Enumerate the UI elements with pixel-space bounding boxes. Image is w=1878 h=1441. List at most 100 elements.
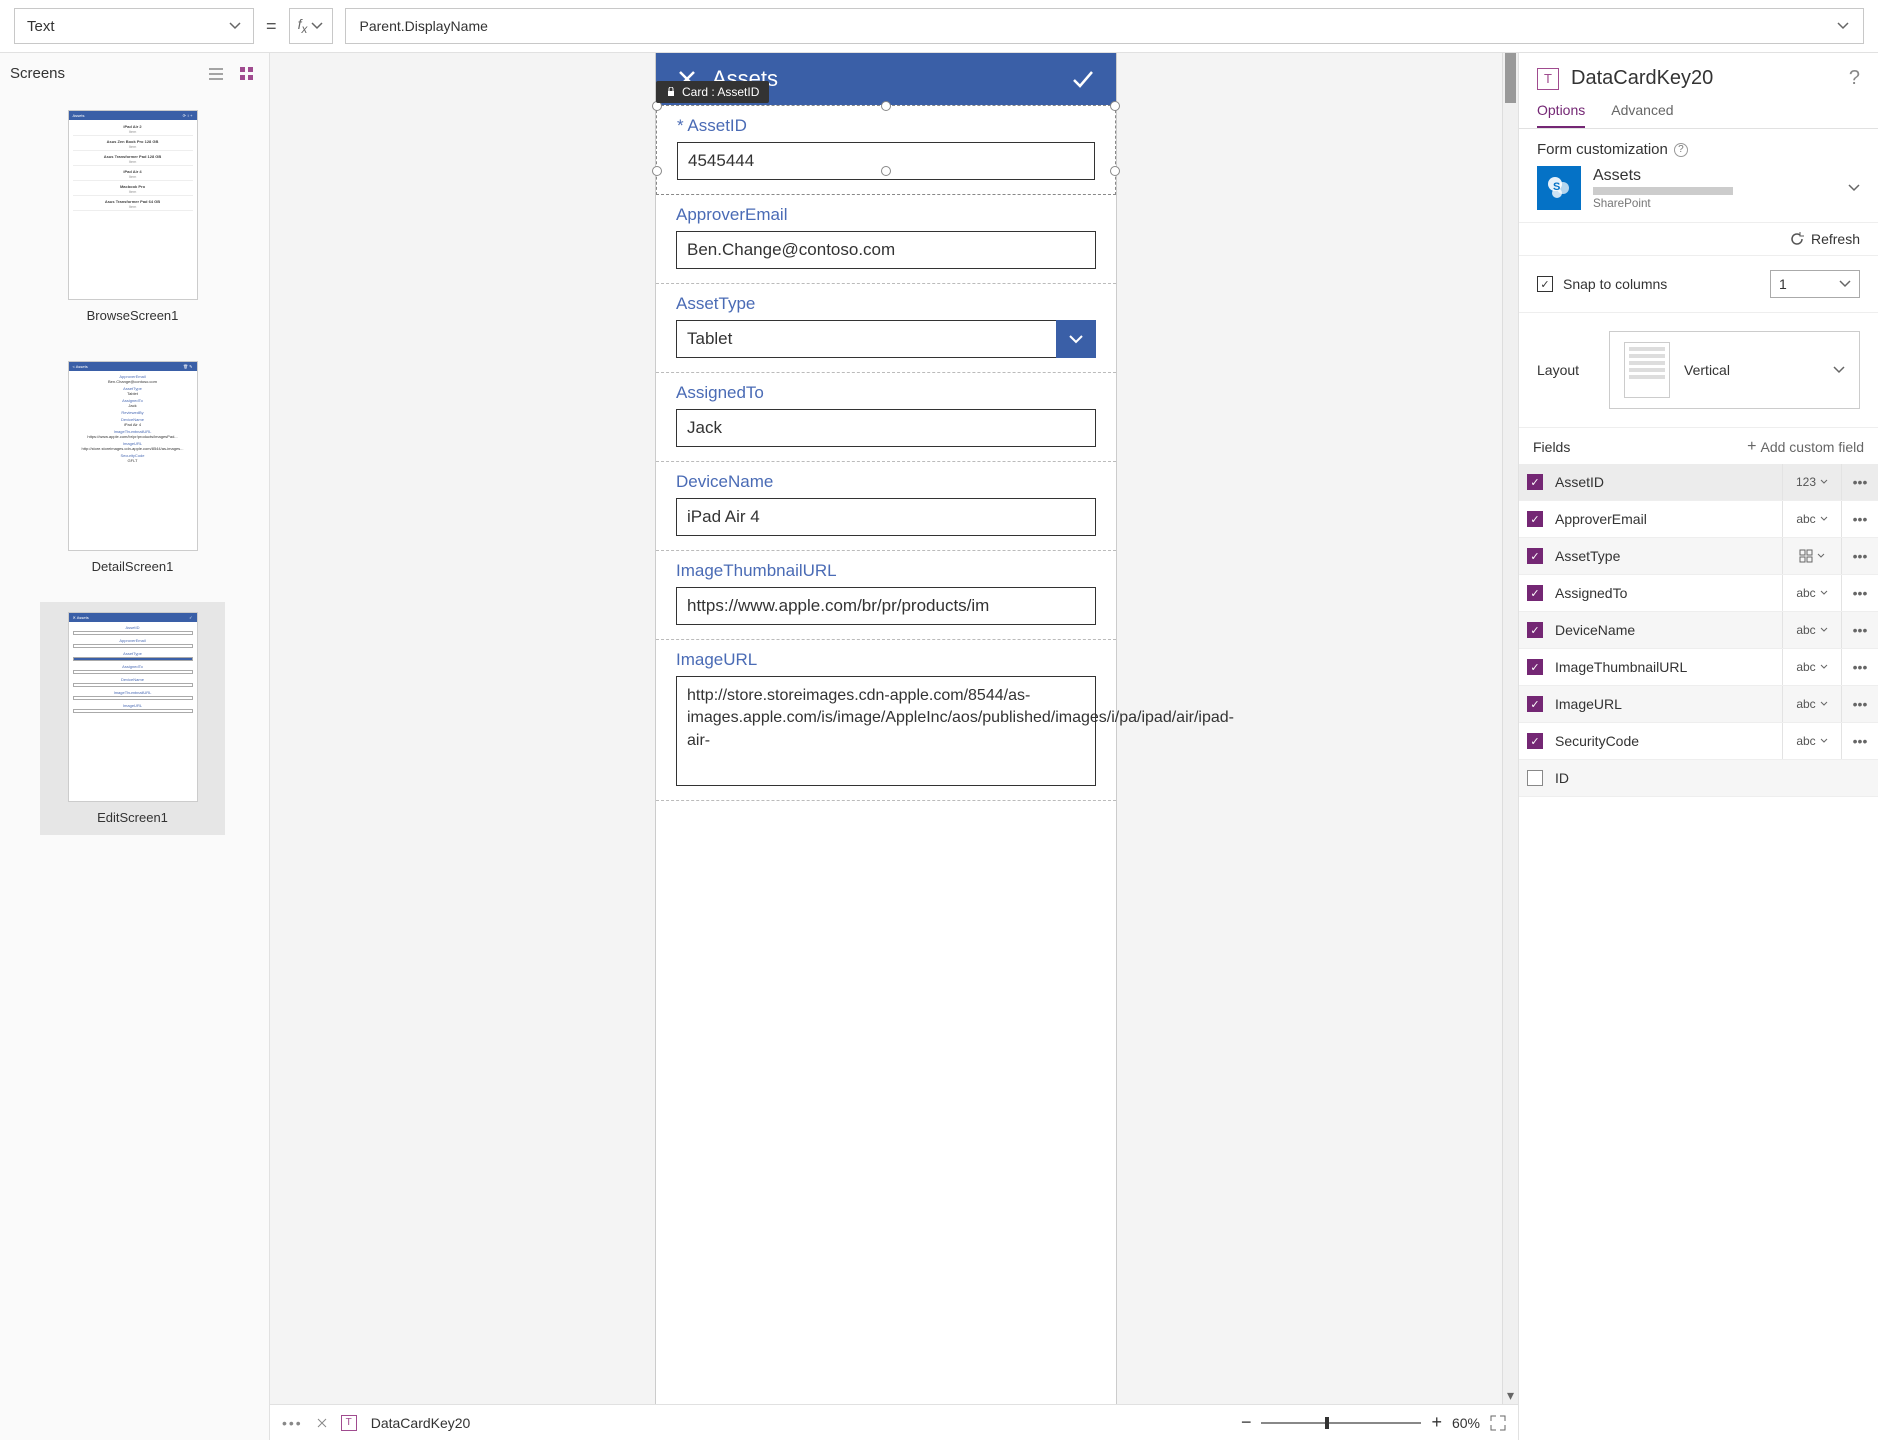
field-name: ImageURL (1551, 686, 1782, 722)
snap-label: Snap to columns (1563, 276, 1667, 292)
fields-label: Fields (1533, 439, 1570, 455)
screen-thumbnail-BrowseScreen1[interactable]: Assets⟳ ↕ +iPad Air 2ItemAsus Zen Book P… (40, 100, 225, 333)
add-custom-field-button[interactable]: + Add custom field (1747, 438, 1864, 456)
tree-title: Screens (10, 65, 65, 82)
status-bar: ••• T DataCardKey20 − + 60% (270, 1404, 1518, 1440)
field-name: AssetType (1551, 538, 1782, 574)
field-checkbox[interactable]: ✓ (1519, 733, 1551, 749)
canvas-scroll[interactable]: Card : AssetID Assets * AssetID4545444Ap… (270, 53, 1502, 1404)
chevron-down-icon (1837, 20, 1849, 32)
field-row-AssignedTo[interactable]: ✓AssignedToabc ••• (1519, 575, 1878, 612)
zoom-slider[interactable] (1261, 1422, 1421, 1424)
data-card-ImageThumbnailURL[interactable]: ImageThumbnailURLhttps://www.apple.com/b… (656, 551, 1116, 640)
card-input[interactable]: http://store.storeimages.cdn-apple.com/8… (676, 676, 1096, 786)
field-more-button[interactable]: ••• (1842, 585, 1878, 601)
field-type[interactable] (1782, 538, 1842, 574)
connector-label: SharePoint (1593, 197, 1836, 210)
field-name: AssetID (1551, 464, 1782, 500)
field-type[interactable]: abc (1782, 612, 1842, 648)
card-input[interactable]: Ben.Change@contoso.com (676, 231, 1096, 269)
screen-thumbnail-DetailScreen1[interactable]: < Assets🗑 ✎ApproverEmailBen.Change@conto… (40, 351, 225, 584)
chevron-down-icon (1839, 278, 1851, 290)
fx-button[interactable]: fx (289, 8, 333, 44)
tab-advanced[interactable]: Advanced (1611, 94, 1673, 128)
card-input[interactable]: iPad Air 4 (676, 498, 1096, 536)
field-checkbox[interactable]: ✓ (1519, 696, 1551, 712)
fit-screen-icon[interactable] (1490, 1415, 1506, 1431)
field-row-ImageURL[interactable]: ✓ImageURLabc ••• (1519, 686, 1878, 723)
snap-checkbox[interactable]: ✓ (1537, 276, 1553, 292)
list-view-icon[interactable] (209, 66, 225, 82)
field-row-ID[interactable]: ✓ID (1519, 760, 1878, 797)
field-row-AssetID[interactable]: ✓AssetID123 ••• (1519, 464, 1878, 501)
card-label: AssignedTo (676, 383, 1096, 403)
refresh-button[interactable]: Refresh (1811, 231, 1860, 247)
dropdown-button[interactable] (1056, 320, 1096, 358)
field-row-SecurityCode[interactable]: ✓SecurityCodeabc ••• (1519, 723, 1878, 760)
card-label: ImageURL (676, 650, 1096, 670)
zoom-out-button[interactable]: − (1241, 1412, 1252, 1433)
data-card-DeviceName[interactable]: DeviceNameiPad Air 4 (656, 462, 1116, 551)
refresh-icon[interactable] (1789, 231, 1805, 247)
field-checkbox[interactable]: ✓ (1519, 770, 1551, 786)
submit-icon[interactable] (1070, 66, 1096, 92)
field-type[interactable]: 123 (1782, 464, 1842, 500)
field-row-ImageThumbnailURL[interactable]: ✓ImageThumbnailURLabc ••• (1519, 649, 1878, 686)
card-input[interactable]: Tablet (676, 320, 1056, 358)
field-more-button[interactable]: ••• (1842, 659, 1878, 675)
field-row-ApproverEmail[interactable]: ✓ApproverEmailabc ••• (1519, 501, 1878, 538)
scroll-thumb[interactable] (1505, 53, 1516, 103)
grid-type-icon (1799, 549, 1813, 563)
zoom-in-button[interactable]: + (1431, 1412, 1442, 1433)
field-more-button[interactable]: ••• (1842, 474, 1878, 490)
card-input[interactable]: https://www.apple.com/br/pr/products/im (676, 587, 1096, 625)
more-icon[interactable]: ••• (282, 1415, 303, 1431)
datasource-url-redacted (1593, 187, 1733, 195)
field-checkbox[interactable]: ✓ (1519, 659, 1551, 675)
data-card-AssignedTo[interactable]: AssignedTo Jack (656, 373, 1116, 462)
field-more-button[interactable]: ••• (1842, 622, 1878, 638)
field-type[interactable]: abc (1782, 501, 1842, 537)
breadcrumb[interactable]: DataCardKey20 (371, 1415, 471, 1431)
field-checkbox[interactable]: ✓ (1519, 548, 1551, 564)
tab-options[interactable]: Options (1537, 94, 1585, 128)
lock-icon (666, 87, 676, 97)
field-checkbox[interactable]: ✓ (1519, 474, 1551, 490)
field-checkbox[interactable]: ✓ (1519, 622, 1551, 638)
field-type[interactable]: abc (1782, 723, 1842, 759)
card-label: AssetType (676, 294, 1096, 314)
vertical-scrollbar[interactable]: ▴ ▾ (1502, 53, 1518, 1404)
field-row-DeviceName[interactable]: ✓DeviceNameabc ••• (1519, 612, 1878, 649)
card-input[interactable]: Jack (676, 409, 1096, 447)
fx-icon: fx (298, 16, 308, 36)
layout-thumb-icon (1624, 342, 1670, 398)
grid-view-icon[interactable] (239, 66, 255, 82)
formula-input[interactable]: Parent.DisplayName (345, 8, 1864, 44)
properties-pane: T DataCardKey20 ? Options Advanced Form … (1518, 53, 1878, 1440)
screen-label: DetailScreen1 (42, 559, 223, 574)
field-checkbox[interactable]: ✓ (1519, 585, 1551, 601)
property-selector[interactable]: Text (14, 8, 254, 44)
field-more-button[interactable]: ••• (1842, 511, 1878, 527)
field-type[interactable]: abc (1782, 649, 1842, 685)
help-icon[interactable]: ? (1849, 67, 1860, 90)
field-checkbox[interactable]: ✓ (1519, 511, 1551, 527)
columns-select[interactable]: 1 (1770, 270, 1860, 298)
data-card-AssetID[interactable]: * AssetID4545444 (656, 105, 1116, 195)
columns-value: 1 (1779, 276, 1787, 292)
field-row-AssetType[interactable]: ✓AssetType ••• (1519, 538, 1878, 575)
field-type[interactable]: abc (1782, 575, 1842, 611)
breadcrumb-close-icon[interactable] (317, 1418, 327, 1428)
screen-thumbnail-EditScreen1[interactable]: ✕ Assets✓AssetIDApproverEmailAssetTypeAs… (40, 602, 225, 835)
layout-select[interactable]: Vertical (1609, 331, 1860, 409)
field-type[interactable]: abc (1782, 686, 1842, 722)
info-icon[interactable]: ? (1674, 143, 1688, 157)
data-card-ApproverEmail[interactable]: ApproverEmailBen.Change@contoso.com (656, 195, 1116, 284)
scroll-down-icon[interactable]: ▾ (1503, 1387, 1518, 1404)
data-card-AssetType[interactable]: AssetType Tablet (656, 284, 1116, 373)
field-more-button[interactable]: ••• (1842, 696, 1878, 712)
field-more-button[interactable]: ••• (1842, 733, 1878, 749)
field-more-button[interactable]: ••• (1842, 548, 1878, 564)
chevron-down-icon[interactable] (1848, 182, 1860, 194)
data-card-ImageURL[interactable]: ImageURL http://store.storeimages.cdn-app… (656, 640, 1116, 801)
